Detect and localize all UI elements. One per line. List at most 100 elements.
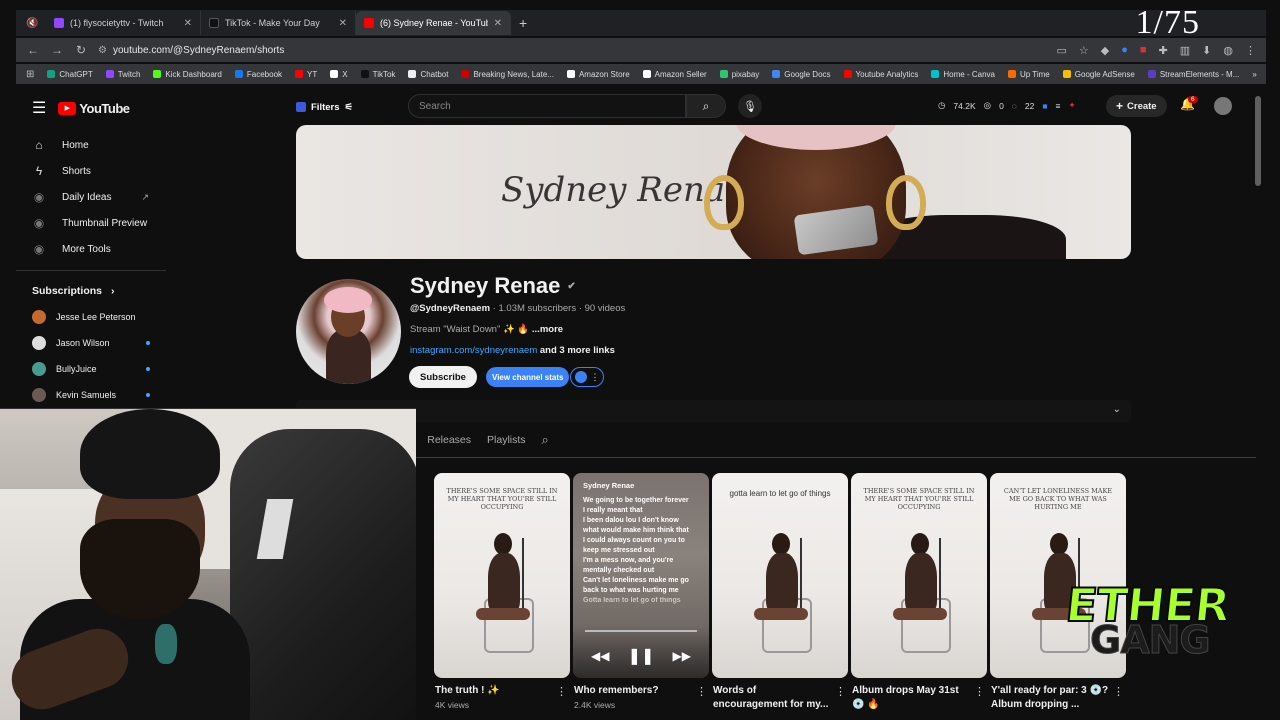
progress-bar[interactable] — [585, 630, 697, 632]
apps-grid-icon[interactable]: ⊞ — [26, 69, 34, 80]
cast-icon[interactable]: ▭ — [1056, 44, 1066, 57]
extension-icon[interactable]: ◆ — [1101, 44, 1109, 57]
bookmark-item[interactable]: Twitch — [105, 70, 140, 79]
more-link[interactable]: ...more — [532, 324, 563, 335]
bookmark-item[interactable]: Home - Canva — [931, 70, 995, 79]
extension-icon[interactable]: ■ — [1042, 101, 1047, 111]
sidebar-item-thumbnail-preview[interactable]: ◉ Thumbnail Preview — [32, 216, 147, 230]
address-bar[interactable]: ⚙ youtube.com/@SydneyRenaem/shorts — [98, 40, 1046, 60]
user-avatar[interactable] — [1214, 97, 1232, 115]
sidebar-item-daily-ideas[interactable]: ◉ Daily Ideas ↗ — [32, 190, 149, 204]
new-tab-button[interactable]: + — [511, 15, 535, 31]
scrollbar-thumb[interactable] — [1255, 96, 1261, 186]
star-icon[interactable]: ☆ — [1079, 44, 1089, 57]
tab-search-icon[interactable]: 🔇 — [16, 18, 46, 29]
subscribe-button[interactable]: Subscribe — [409, 366, 477, 388]
short-title[interactable]: The truth ! ✨ — [435, 684, 565, 698]
bookmark-item[interactable]: TikTok — [360, 70, 395, 79]
sidebar-item-label: More Tools — [62, 243, 111, 255]
sidebar-item-shorts[interactable]: ϟ Shorts — [32, 164, 91, 178]
youtube-home-link[interactable]: ▶ YouTube — [58, 101, 130, 116]
more-vert-icon[interactable]: ⋮ — [1113, 685, 1124, 698]
fast-forward-icon[interactable]: ▶▶ — [673, 649, 691, 663]
short-title[interactable]: Y'all ready for par: 3 💿? Album dropping… — [991, 684, 1109, 712]
more-vert-icon[interactable]: ⋮ — [974, 685, 985, 698]
search-button[interactable]: ⌕ — [686, 94, 726, 118]
bookmark-item[interactable]: pixabay — [719, 70, 759, 79]
extension-button[interactable]: ⋮ — [570, 367, 604, 387]
short-thumbnail-playing[interactable]: Sydney Renae We going to be together for… — [573, 473, 709, 678]
more-vert-icon[interactable]: ⋮ — [835, 685, 846, 698]
subscription-item[interactable]: Kevin Samuels — [32, 388, 150, 402]
close-icon[interactable]: ✕ — [494, 18, 502, 29]
short-title[interactable]: Who remembers? — [574, 684, 704, 698]
forward-icon[interactable]: → — [50, 43, 64, 57]
bookmark-item[interactable]: ChatGPT — [47, 70, 93, 79]
create-button[interactable]: + Create — [1106, 95, 1167, 117]
home-icon: ⌂ — [35, 138, 43, 152]
bookmark-item[interactable]: X — [330, 70, 348, 79]
views-stat: 74.2K — [953, 100, 976, 111]
short-title[interactable]: Words of encouragement for my... — [713, 684, 831, 712]
rewind-icon[interactable]: ◀◀ — [591, 649, 609, 663]
short-title[interactable]: Album drops May 31st 💿 🔥 — [852, 684, 970, 712]
sidebar-icon[interactable]: ▥ — [1180, 44, 1190, 57]
browser-tab-tiktok[interactable]: TikTok - Make Your Day ✕ — [201, 11, 356, 35]
filters-button[interactable]: Filters ⚟ — [296, 98, 353, 116]
bookmark-item[interactable]: Kick Dashboard — [153, 70, 222, 79]
bookmark-item[interactable]: Youtube Analytics — [843, 70, 918, 79]
hamburger-menu-icon[interactable]: ☰ — [32, 98, 46, 118]
avatar-shape — [324, 287, 372, 313]
browser-tab-twitch[interactable]: (1) flysocietyttv - Twitch ✕ — [46, 11, 201, 35]
collapsed-panel[interactable]: ⌄ — [296, 400, 1131, 422]
short-thumbnail[interactable]: THERE'S SOME SPACE STILL IN MY HEART THA… — [434, 473, 570, 678]
bookmark-item[interactable]: Up Time — [1007, 70, 1050, 79]
bookmark-item[interactable]: StreamElements - M... — [1147, 70, 1239, 79]
extension-icon[interactable]: ● — [1121, 44, 1128, 57]
scrollbar[interactable] — [1255, 96, 1261, 696]
channel-search-icon[interactable]: ⌕ — [542, 432, 549, 458]
tab-releases[interactable]: Releases — [427, 434, 471, 456]
bookmark-item[interactable]: Facebook — [234, 70, 282, 79]
sidebar-item-home[interactable]: ⌂ Home — [32, 138, 89, 152]
sidebar-item-label: Home — [62, 139, 89, 151]
bookmark-item[interactable]: Google AdSense — [1062, 70, 1135, 79]
subscription-item[interactable]: Jason Wilson — [32, 336, 150, 350]
sidebar-item-more-tools[interactable]: ◉ More Tools — [32, 242, 111, 256]
voice-search-button[interactable]: 🎙 — [738, 94, 762, 118]
bookmark-item[interactable]: Amazon Store — [566, 70, 630, 79]
back-icon[interactable]: ← — [26, 43, 40, 57]
bookmark-item[interactable]: Google Docs — [772, 70, 831, 79]
view-channel-stats-button[interactable]: View channel stats — [486, 367, 570, 387]
bookmark-item[interactable]: Amazon Seller — [642, 70, 707, 79]
bookmarks-overflow-icon[interactable]: » — [1252, 70, 1256, 79]
site-info-icon[interactable]: ⚙ — [98, 45, 107, 56]
pause-icon[interactable]: ❚❚ — [628, 646, 655, 666]
tab-playlists[interactable]: Playlists — [487, 434, 526, 456]
list-icon[interactable]: ≡ — [1055, 101, 1060, 111]
bookmark-item[interactable]: Chatbot — [408, 70, 448, 79]
browser-tab-youtube[interactable]: (6) Sydney Renae - YouTube ✕ — [356, 11, 511, 35]
bookmark-item[interactable]: YT — [295, 70, 317, 79]
close-icon[interactable]: ✕ — [184, 18, 192, 29]
subscriptions-heading[interactable]: Subscriptions › — [32, 285, 114, 297]
close-icon[interactable]: ✕ — [339, 18, 347, 29]
subscription-item[interactable]: Jesse Lee Peterson — [32, 310, 150, 324]
channel-description[interactable]: Stream "Waist Down" ✨ 🔥 ...more — [410, 324, 563, 335]
search-input[interactable] — [419, 100, 675, 112]
profile-icon[interactable]: ◍ — [1223, 44, 1233, 57]
reload-icon[interactable]: ↻ — [74, 43, 88, 57]
puzzle-icon[interactable]: ✚ — [1159, 44, 1168, 57]
more-vert-icon[interactable]: ⋮ — [556, 685, 567, 698]
subscription-item[interactable]: BullyJuice — [32, 362, 150, 376]
short-thumbnail[interactable]: gotta learn to let go of things — [712, 473, 848, 678]
flag-icon[interactable]: ✦ — [1068, 100, 1075, 111]
extension-icon[interactable]: ■ — [1140, 44, 1147, 57]
short-thumbnail[interactable]: THERE'S SOME SPACE STILL IN MY HEART THA… — [851, 473, 987, 678]
download-icon[interactable]: ⬇ — [1202, 44, 1211, 57]
more-vert-icon[interactable]: ⋮ — [696, 685, 707, 698]
menu-kebab-icon[interactable]: ⋮ — [1245, 44, 1256, 57]
channel-link[interactable]: instagram.com/sydneyrenaem — [410, 345, 537, 356]
bookmark-item[interactable]: Breaking News, Late... — [461, 70, 554, 79]
more-links[interactable]: and 3 more links — [540, 345, 615, 356]
